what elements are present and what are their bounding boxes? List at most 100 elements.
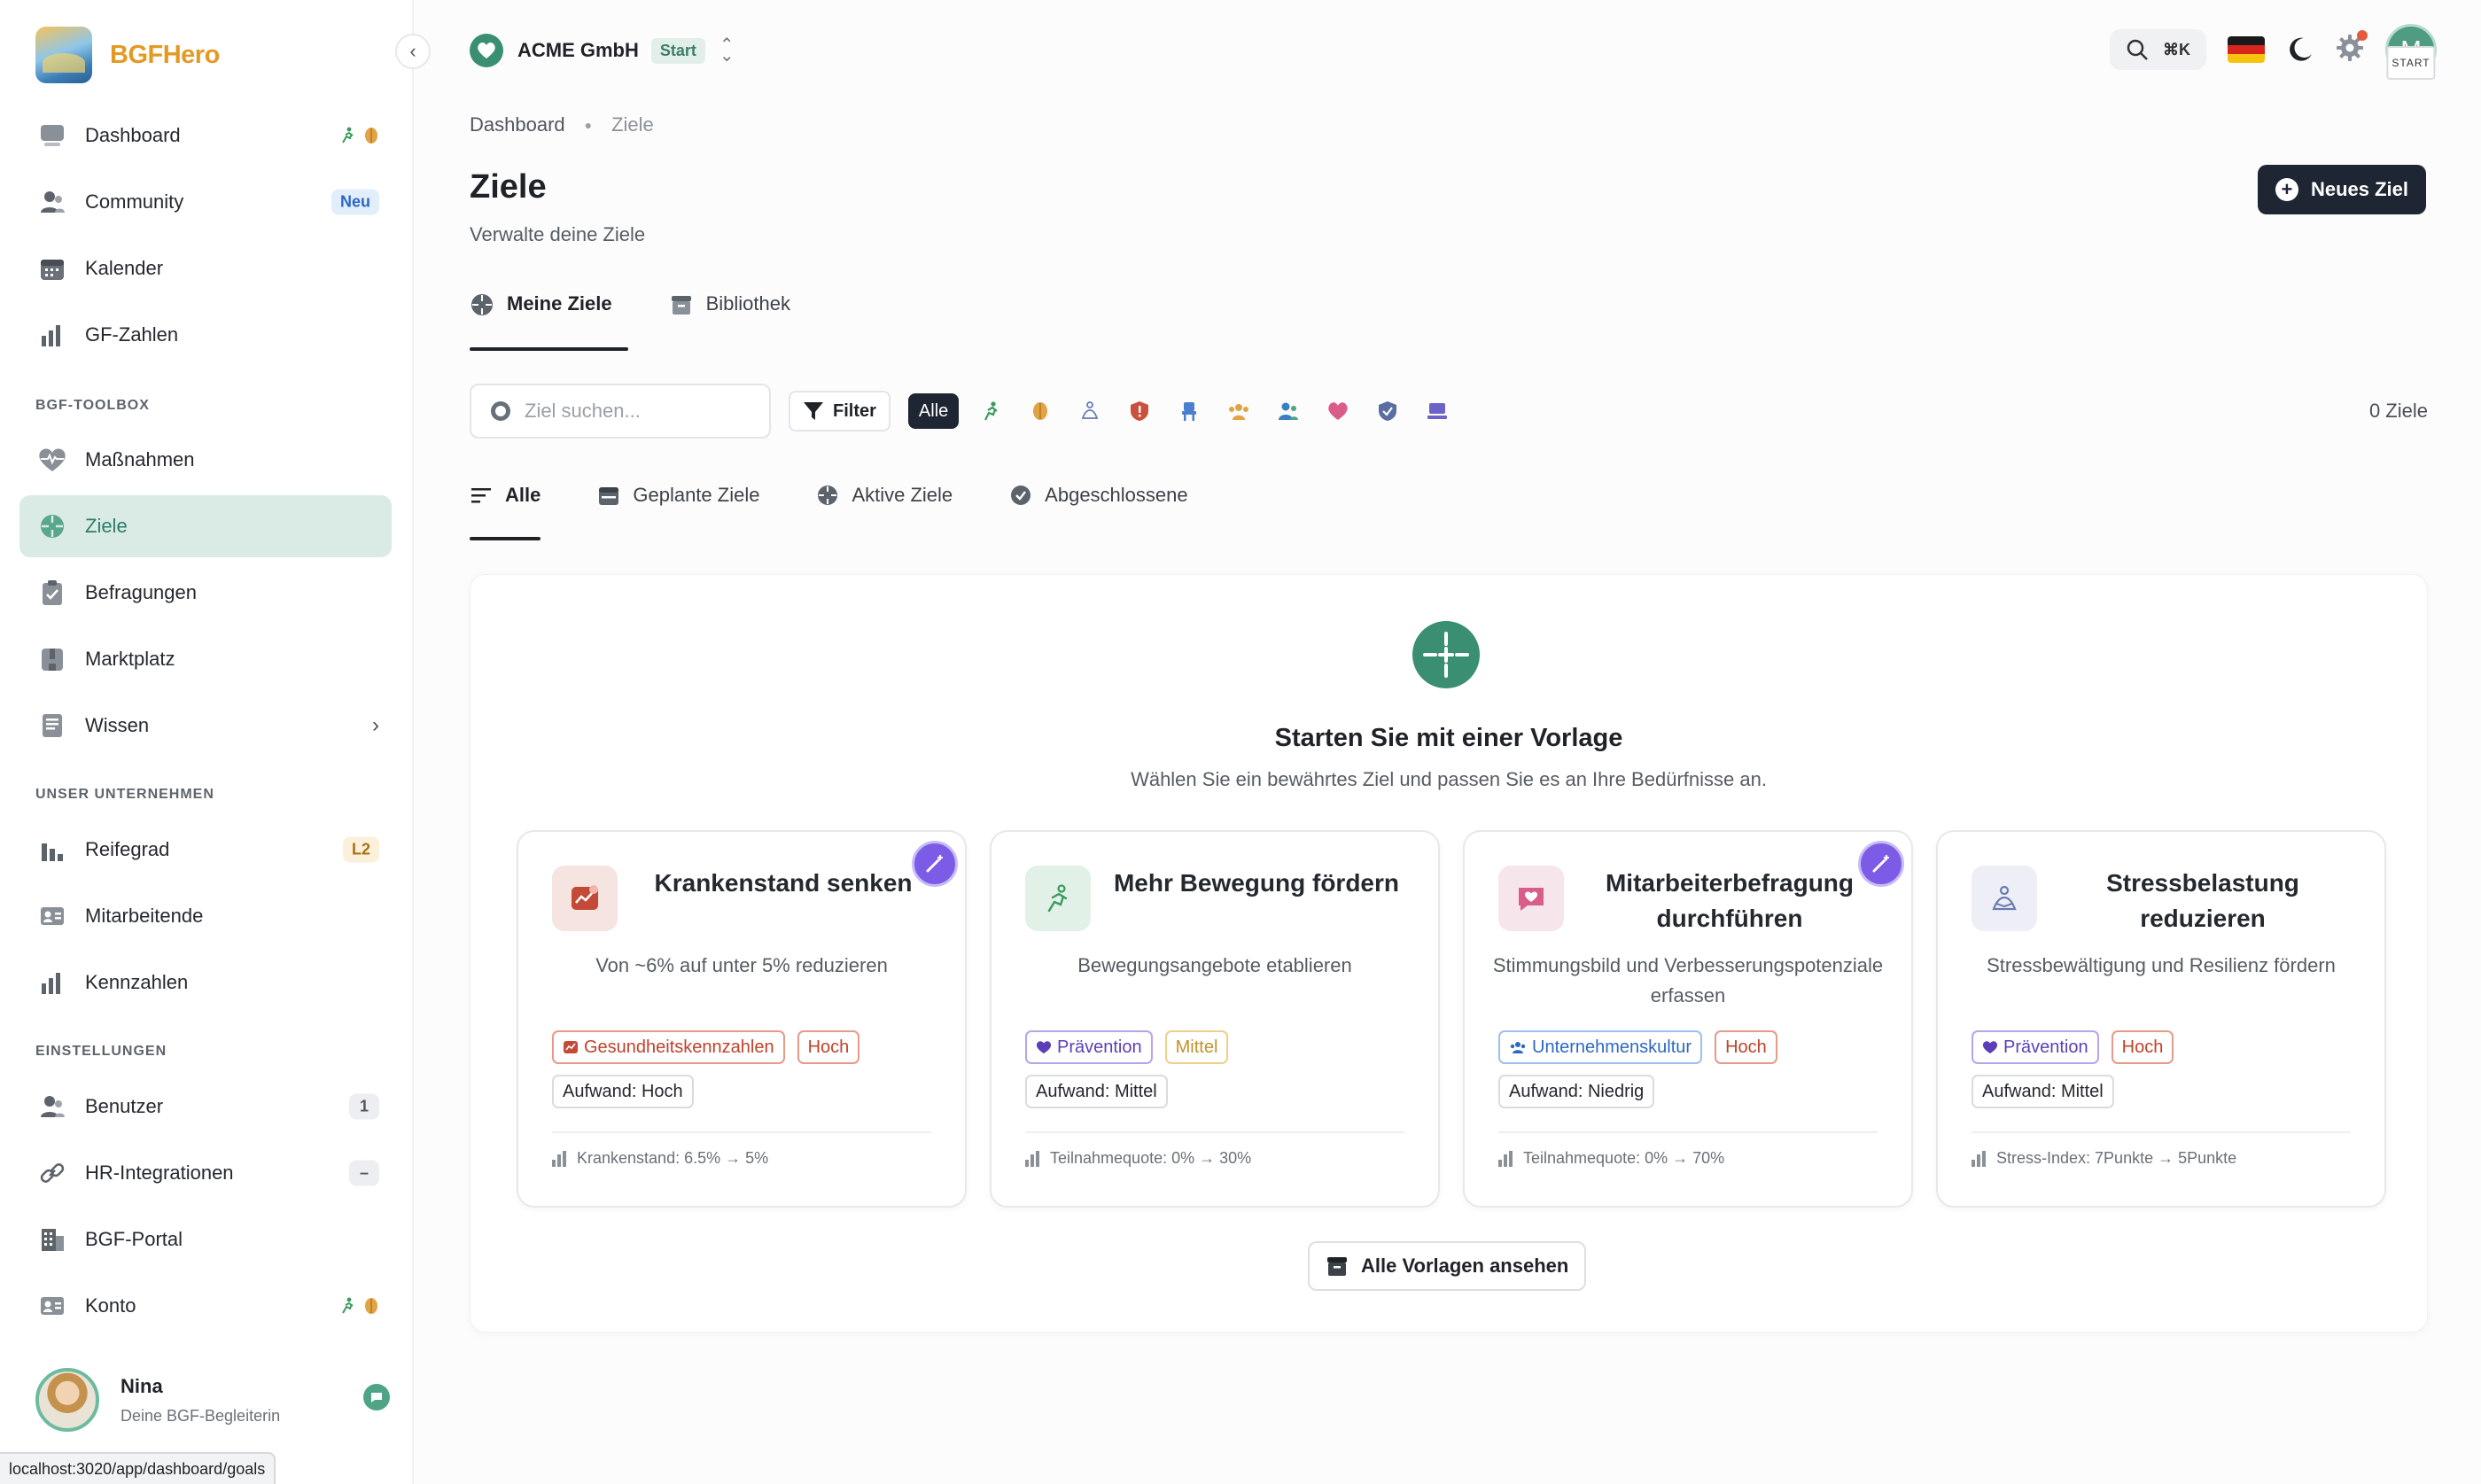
status-bar-url: localhost:3020/app/dashboard/goals [0, 1452, 276, 1484]
calendar-icon [599, 487, 619, 505]
heart-icon [1982, 1041, 1998, 1053]
chevron-left-icon: ‹ [409, 40, 416, 62]
chair-icon[interactable] [1177, 399, 1202, 423]
heartbeat-icon [37, 445, 67, 475]
divider [1972, 1131, 2351, 1133]
subtab-abgeschlossene[interactable]: Abgeschlossene [1009, 484, 1188, 540]
sidebar-item-dashboard[interactable]: Dashboard [19, 105, 392, 167]
sidebar-item-label: Maßnahmen [85, 448, 195, 470]
template-metric: Krankenstand: 6.5% → 5% [552, 1149, 768, 1168]
sidebar-item-label: Marktplatz [85, 648, 175, 670]
metric-label: Stress-Index: 7Punkte → 5Punkte [1996, 1149, 2237, 1167]
sidebar-item-label: Kennzahlen [85, 971, 189, 993]
shield-alert-icon[interactable] [1127, 399, 1152, 423]
target-icon [37, 511, 67, 541]
view-all-label: Alle Vorlagen ansehen [1361, 1255, 1569, 1277]
template-title: Stressbelastung reduzieren [2106, 869, 2299, 932]
funnel-icon [804, 402, 823, 420]
sidebar-item-reifegrad[interactable]: Reifegrad L2 [19, 819, 392, 881]
user-avatar[interactable]: M START [2385, 24, 2437, 80]
sidebar-item-kalender[interactable]: Kalender [19, 237, 392, 299]
sidebar-item-benutzer[interactable]: Benutzer 1 [19, 1076, 392, 1138]
subtab-alle[interactable]: Alle [470, 484, 541, 540]
sidebar-item-konto[interactable]: Konto [19, 1275, 392, 1337]
divider [552, 1131, 931, 1133]
heart-icon [470, 34, 503, 67]
chat-icon[interactable] [363, 1384, 390, 1410]
users-icon[interactable] [1276, 399, 1301, 423]
category-chip-all[interactable]: Alle [907, 393, 960, 429]
goal-search-field[interactable] [470, 384, 771, 439]
breadcrumb-root[interactable]: Dashboard [470, 113, 565, 136]
magic-wand-icon[interactable] [912, 841, 958, 887]
tab-label: Meine Ziele [507, 292, 612, 315]
book-icon [37, 711, 67, 741]
filter-button[interactable]: Filter [789, 391, 891, 431]
sidebar-item-marktplatz[interactable]: Marktplatz [19, 628, 392, 690]
level-badge: L2 [342, 836, 379, 863]
sidebar-item-hr-integrationen[interactable]: HR-Integrationen – [19, 1142, 392, 1204]
bar-chart-icon [1025, 1150, 1039, 1167]
sidebar-item-massnahmen[interactable]: Maßnahmen [19, 429, 392, 491]
tab-bibliothek[interactable]: Bibliothek [669, 292, 790, 351]
template-card[interactable]: Mitarbeiterbefragung durchführen Stimmun… [1463, 830, 1913, 1208]
meditation-icon[interactable] [1077, 399, 1102, 423]
template-card[interactable]: Stressbelastung reduzieren Stressbewälti… [1936, 830, 2386, 1208]
sidebar-item-label: Ziele [85, 515, 128, 537]
subtab-aktive-ziele[interactable]: Aktive Ziele [816, 484, 953, 540]
template-card[interactable]: Mehr Bewegung fördern Bewegungsangebote … [990, 830, 1440, 1208]
sidebar-item-wissen[interactable]: Wissen › [19, 695, 392, 757]
streak-indicators [338, 1297, 379, 1315]
subtab-label: Abgeschlossene [1045, 484, 1188, 506]
shield-check-icon[interactable] [1375, 399, 1400, 423]
template-tags: Gesundheitskennzahlen Hoch [552, 1030, 942, 1064]
team-icon[interactable] [1226, 399, 1251, 423]
new-goal-label: Neues Ziel [2310, 178, 2408, 200]
tab-meine-ziele[interactable]: Meine Ziele [470, 292, 628, 351]
chevron-right-icon: › [372, 713, 379, 737]
sidebar-item-kennzahlen[interactable]: Kennzahlen [19, 952, 392, 1014]
template-suggestions-panel: Starten Sie mit einer Vorlage Wählen Sie… [470, 574, 2428, 1332]
template-card[interactable]: Krankenstand senken Von ~6% auf unter 5%… [517, 830, 967, 1208]
view-all-templates-button[interactable]: Alle Vorlagen ansehen [1308, 1241, 1587, 1291]
sidebar-item-bgf-portal[interactable]: BGF-Portal [19, 1208, 392, 1270]
goal-count: 0 Ziele [2368, 400, 2428, 422]
bar-chart-icon [1972, 1150, 1986, 1167]
german-flag-icon[interactable] [2228, 36, 2265, 63]
heart-icon[interactable] [1326, 399, 1350, 423]
brand-name: BGFHero [110, 40, 220, 69]
breadcrumb-current: Ziele [611, 113, 654, 136]
sidebar-item-label: Reifegrad [85, 838, 170, 860]
moon-icon[interactable] [2286, 35, 2314, 64]
settings-button[interactable] [2336, 29, 2368, 66]
brain-icon[interactable] [1028, 399, 1053, 423]
magic-wand-icon[interactable] [1858, 841, 1904, 887]
search-icon [2127, 39, 2148, 60]
category-label: Prävention [2003, 1037, 2088, 1057]
archive-icon [671, 296, 691, 315]
avatar-plan-tag: START [2386, 46, 2436, 80]
subtab-geplante-ziele[interactable]: Geplante Ziele [597, 484, 759, 540]
goal-search-input[interactable] [525, 400, 755, 423]
category-filter-icons [978, 399, 1450, 423]
assistant-card[interactable]: Nina Deine BGF-Begleiterin [35, 1364, 390, 1435]
assistant-role: Deine BGF-Begleiterin [121, 1406, 281, 1425]
brain-icon [365, 1298, 377, 1314]
sidebar-item-befragungen[interactable]: Befragungen [19, 562, 392, 624]
brand[interactable]: BGFHero [35, 27, 220, 83]
sidebar-item-gf-zahlen[interactable]: GF-Zahlen [19, 304, 392, 366]
team-icon [1510, 1042, 1526, 1053]
assistant-name: Nina [121, 1374, 163, 1397]
org-switcher[interactable]: ACME GmbH Start ⌃ ⌄ [470, 34, 735, 67]
sidebar-item-community[interactable]: Community Neu [19, 171, 392, 233]
workstation-icon[interactable] [1425, 399, 1450, 423]
link-icon [37, 1158, 67, 1188]
sidebar-item-label: GF-Zahlen [85, 323, 179, 346]
collapse-sidebar-button[interactable]: ‹ [395, 34, 431, 69]
new-goal-button[interactable]: + Neues Ziel [2257, 165, 2426, 214]
command-search-button[interactable]: ⌘K [2110, 29, 2206, 70]
health-chart-icon [552, 866, 618, 931]
sidebar-item-mitarbeitende[interactable]: Mitarbeitende [19, 885, 392, 947]
sidebar-item-ziele[interactable]: Ziele [19, 495, 392, 557]
running-icon[interactable] [978, 399, 1003, 423]
